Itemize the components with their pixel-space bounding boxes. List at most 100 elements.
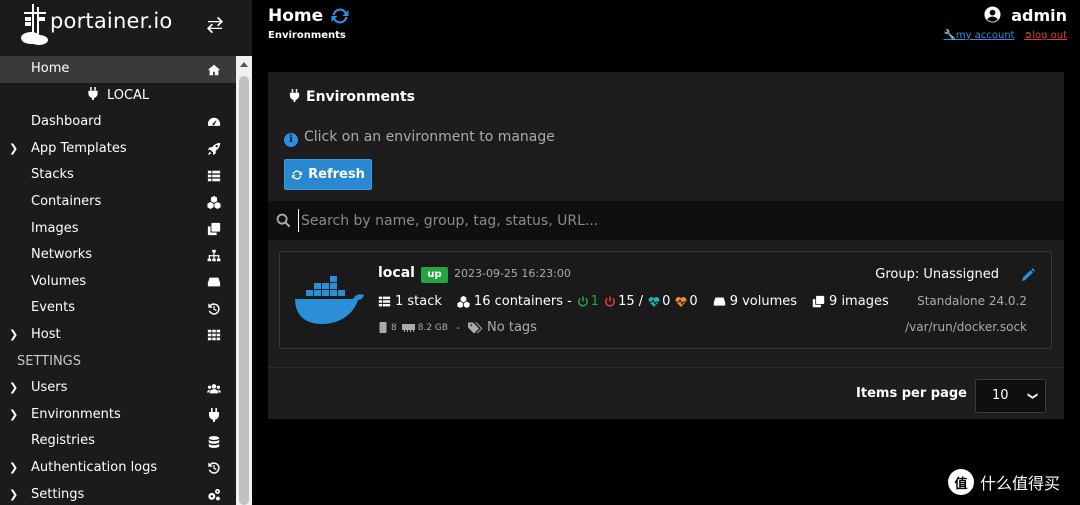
sidebar-item-environments[interactable]: ❯ Environments bbox=[0, 402, 236, 429]
sidebar-item-label: Stacks bbox=[31, 167, 74, 183]
images-count: 9 images bbox=[829, 294, 889, 309]
power-on-icon bbox=[577, 296, 588, 306]
sidebar-item-registries[interactable]: Registries bbox=[0, 428, 236, 455]
sitemap-icon bbox=[206, 248, 221, 263]
user-circle-icon bbox=[984, 6, 1001, 23]
environment-group: Group: Unassigned bbox=[875, 267, 999, 282]
sidebar-item-label: Environments bbox=[31, 406, 121, 422]
sidebar-toggle-icon[interactable] bbox=[204, 14, 226, 36]
environment-card-local[interactable]: local up 2023-09-25 16:23:00 1 stack 16 … bbox=[279, 251, 1052, 349]
refresh-icon bbox=[292, 170, 303, 179]
sidebar-section-label: SETTINGS bbox=[17, 353, 82, 369]
sidebar-item-label: Dashboard bbox=[31, 114, 102, 130]
sidebar-scrollbar[interactable] bbox=[236, 56, 252, 505]
stacks-count: 1 stack bbox=[395, 294, 442, 309]
chevron-right-icon[interactable]: ❯ bbox=[9, 482, 18, 505]
chevron-down-icon: ❯ bbox=[1026, 391, 1038, 401]
cogs-icon bbox=[206, 488, 221, 503]
microchip-icon bbox=[379, 322, 387, 333]
sidebar-item-images[interactable]: Images bbox=[0, 216, 236, 243]
heartbeat-warning-icon bbox=[675, 296, 687, 307]
sidebar-item-label: Events bbox=[31, 300, 76, 316]
cubes-icon bbox=[457, 295, 470, 308]
app-logo-text[interactable]: portainer.io bbox=[50, 9, 172, 33]
my-account-label: my account bbox=[955, 30, 1015, 41]
page-header: Home Environments admin 🔧my account ➲log… bbox=[252, 0, 1080, 56]
refresh-button[interactable]: Refresh bbox=[284, 159, 372, 190]
panel-title-text: Environments bbox=[306, 89, 416, 105]
sidebar-item-containers[interactable]: Containers bbox=[0, 189, 236, 216]
sidebar-item-home[interactable]: Home bbox=[0, 56, 236, 83]
environment-meta: 8 8.2 GB - No tags bbox=[378, 320, 537, 335]
sidebar-item-stacks[interactable]: Stacks bbox=[0, 162, 236, 189]
log-out-label: log out bbox=[1032, 30, 1067, 41]
unhealthy-count: 0 bbox=[689, 294, 698, 309]
memory-size: 8.2 GB bbox=[417, 322, 449, 333]
plug-icon bbox=[289, 89, 300, 102]
chevron-right-icon[interactable]: ❯ bbox=[9, 322, 18, 349]
refresh-icon[interactable] bbox=[330, 6, 350, 26]
chevron-right-icon[interactable]: ❯ bbox=[9, 375, 18, 402]
history-icon bbox=[206, 461, 221, 476]
healthy-count: 0 bbox=[662, 294, 671, 309]
plug-icon bbox=[87, 84, 99, 100]
sidebar-item-label: Registries bbox=[31, 433, 95, 449]
sidebar-item-authentication-logs[interactable]: ❯ Authentication logs bbox=[0, 455, 236, 482]
sidebar-item-events[interactable]: Events bbox=[0, 295, 236, 322]
portainer-logo-icon[interactable] bbox=[20, 4, 50, 46]
sidebar-item-users[interactable]: ❯ Users bbox=[0, 375, 236, 402]
sidebar-item-host[interactable]: ❯ Host bbox=[0, 322, 236, 349]
clone-icon bbox=[206, 222, 221, 237]
items-per-page-label: Items per page bbox=[856, 386, 967, 401]
sidebar-item-settings[interactable]: ❯ Settings bbox=[0, 482, 236, 505]
panel-title: Environments bbox=[288, 89, 415, 105]
pencil-icon[interactable] bbox=[1021, 268, 1035, 282]
watermark-logo-char: 值 bbox=[954, 476, 968, 492]
sidebar-item-app-templates[interactable]: ❯ App Templates bbox=[0, 136, 236, 163]
items-per-page-value: 10 bbox=[992, 388, 1009, 403]
search-bar bbox=[268, 201, 1064, 240]
search-icon bbox=[276, 213, 291, 228]
environments-panel: Environments i Click on an environment to… bbox=[268, 72, 1064, 419]
account-links: 🔧my account ➲log out bbox=[937, 30, 1067, 41]
hdd-icon bbox=[206, 275, 221, 290]
my-account-link[interactable]: 🔧my account bbox=[943, 30, 1014, 41]
wrench-icon: 🔧 bbox=[943, 30, 956, 41]
sidebar-nav: Home LOCAL Dashboard ❯ App Templates Sta… bbox=[0, 56, 236, 505]
scroll-up-arrow-icon[interactable] bbox=[240, 62, 248, 67]
sidebar-item-label: Host bbox=[31, 326, 61, 342]
plug-icon bbox=[206, 408, 221, 423]
breadcrumb: Environments bbox=[268, 30, 346, 41]
sidebar-item-label: Authentication logs bbox=[31, 459, 158, 475]
socket-path: /var/run/docker.sock bbox=[905, 320, 1027, 334]
username: admin bbox=[1011, 6, 1067, 25]
search-input[interactable] bbox=[298, 209, 1038, 232]
sidebar-item-endpoint-local[interactable]: LOCAL bbox=[0, 83, 236, 110]
sidebar-item-label: Home bbox=[31, 61, 70, 76]
rocket-icon bbox=[206, 142, 221, 157]
chevron-right-icon[interactable]: ❯ bbox=[9, 136, 18, 163]
watermark-text: 什么值得买 bbox=[980, 474, 1061, 493]
memory-icon bbox=[401, 324, 415, 332]
sidebar-item-networks[interactable]: Networks bbox=[0, 242, 236, 269]
environment-stats: 1 stack 16 containers - 1 15 / 0 0 9 vol… bbox=[378, 294, 889, 309]
chevron-right-icon[interactable]: ❯ bbox=[9, 402, 18, 429]
items-per-page-select[interactable]: 10 ❯ bbox=[975, 379, 1046, 413]
page-title: Home bbox=[268, 6, 324, 26]
logo-row: portainer.io bbox=[0, 0, 236, 56]
refresh-button-label: Refresh bbox=[308, 167, 365, 182]
sidebar-item-dashboard[interactable]: Dashboard bbox=[0, 109, 236, 136]
sidebar-item-volumes[interactable]: Volumes bbox=[0, 269, 236, 296]
chevron-right-icon[interactable]: ❯ bbox=[9, 455, 18, 482]
th-list-icon bbox=[378, 295, 391, 308]
volumes-count: 9 volumes bbox=[729, 294, 798, 309]
scrollbar-thumb[interactable] bbox=[239, 76, 249, 505]
containers-count: 16 containers - bbox=[473, 294, 572, 309]
log-out-link[interactable]: ➲log out bbox=[1024, 30, 1067, 41]
divider bbox=[268, 367, 1064, 368]
docker-logo-icon bbox=[295, 276, 364, 324]
history-icon bbox=[206, 301, 221, 316]
stopped-count: 15 / bbox=[618, 294, 644, 309]
clone-icon bbox=[812, 295, 825, 308]
sidebar-section-settings: SETTINGS bbox=[0, 349, 236, 376]
